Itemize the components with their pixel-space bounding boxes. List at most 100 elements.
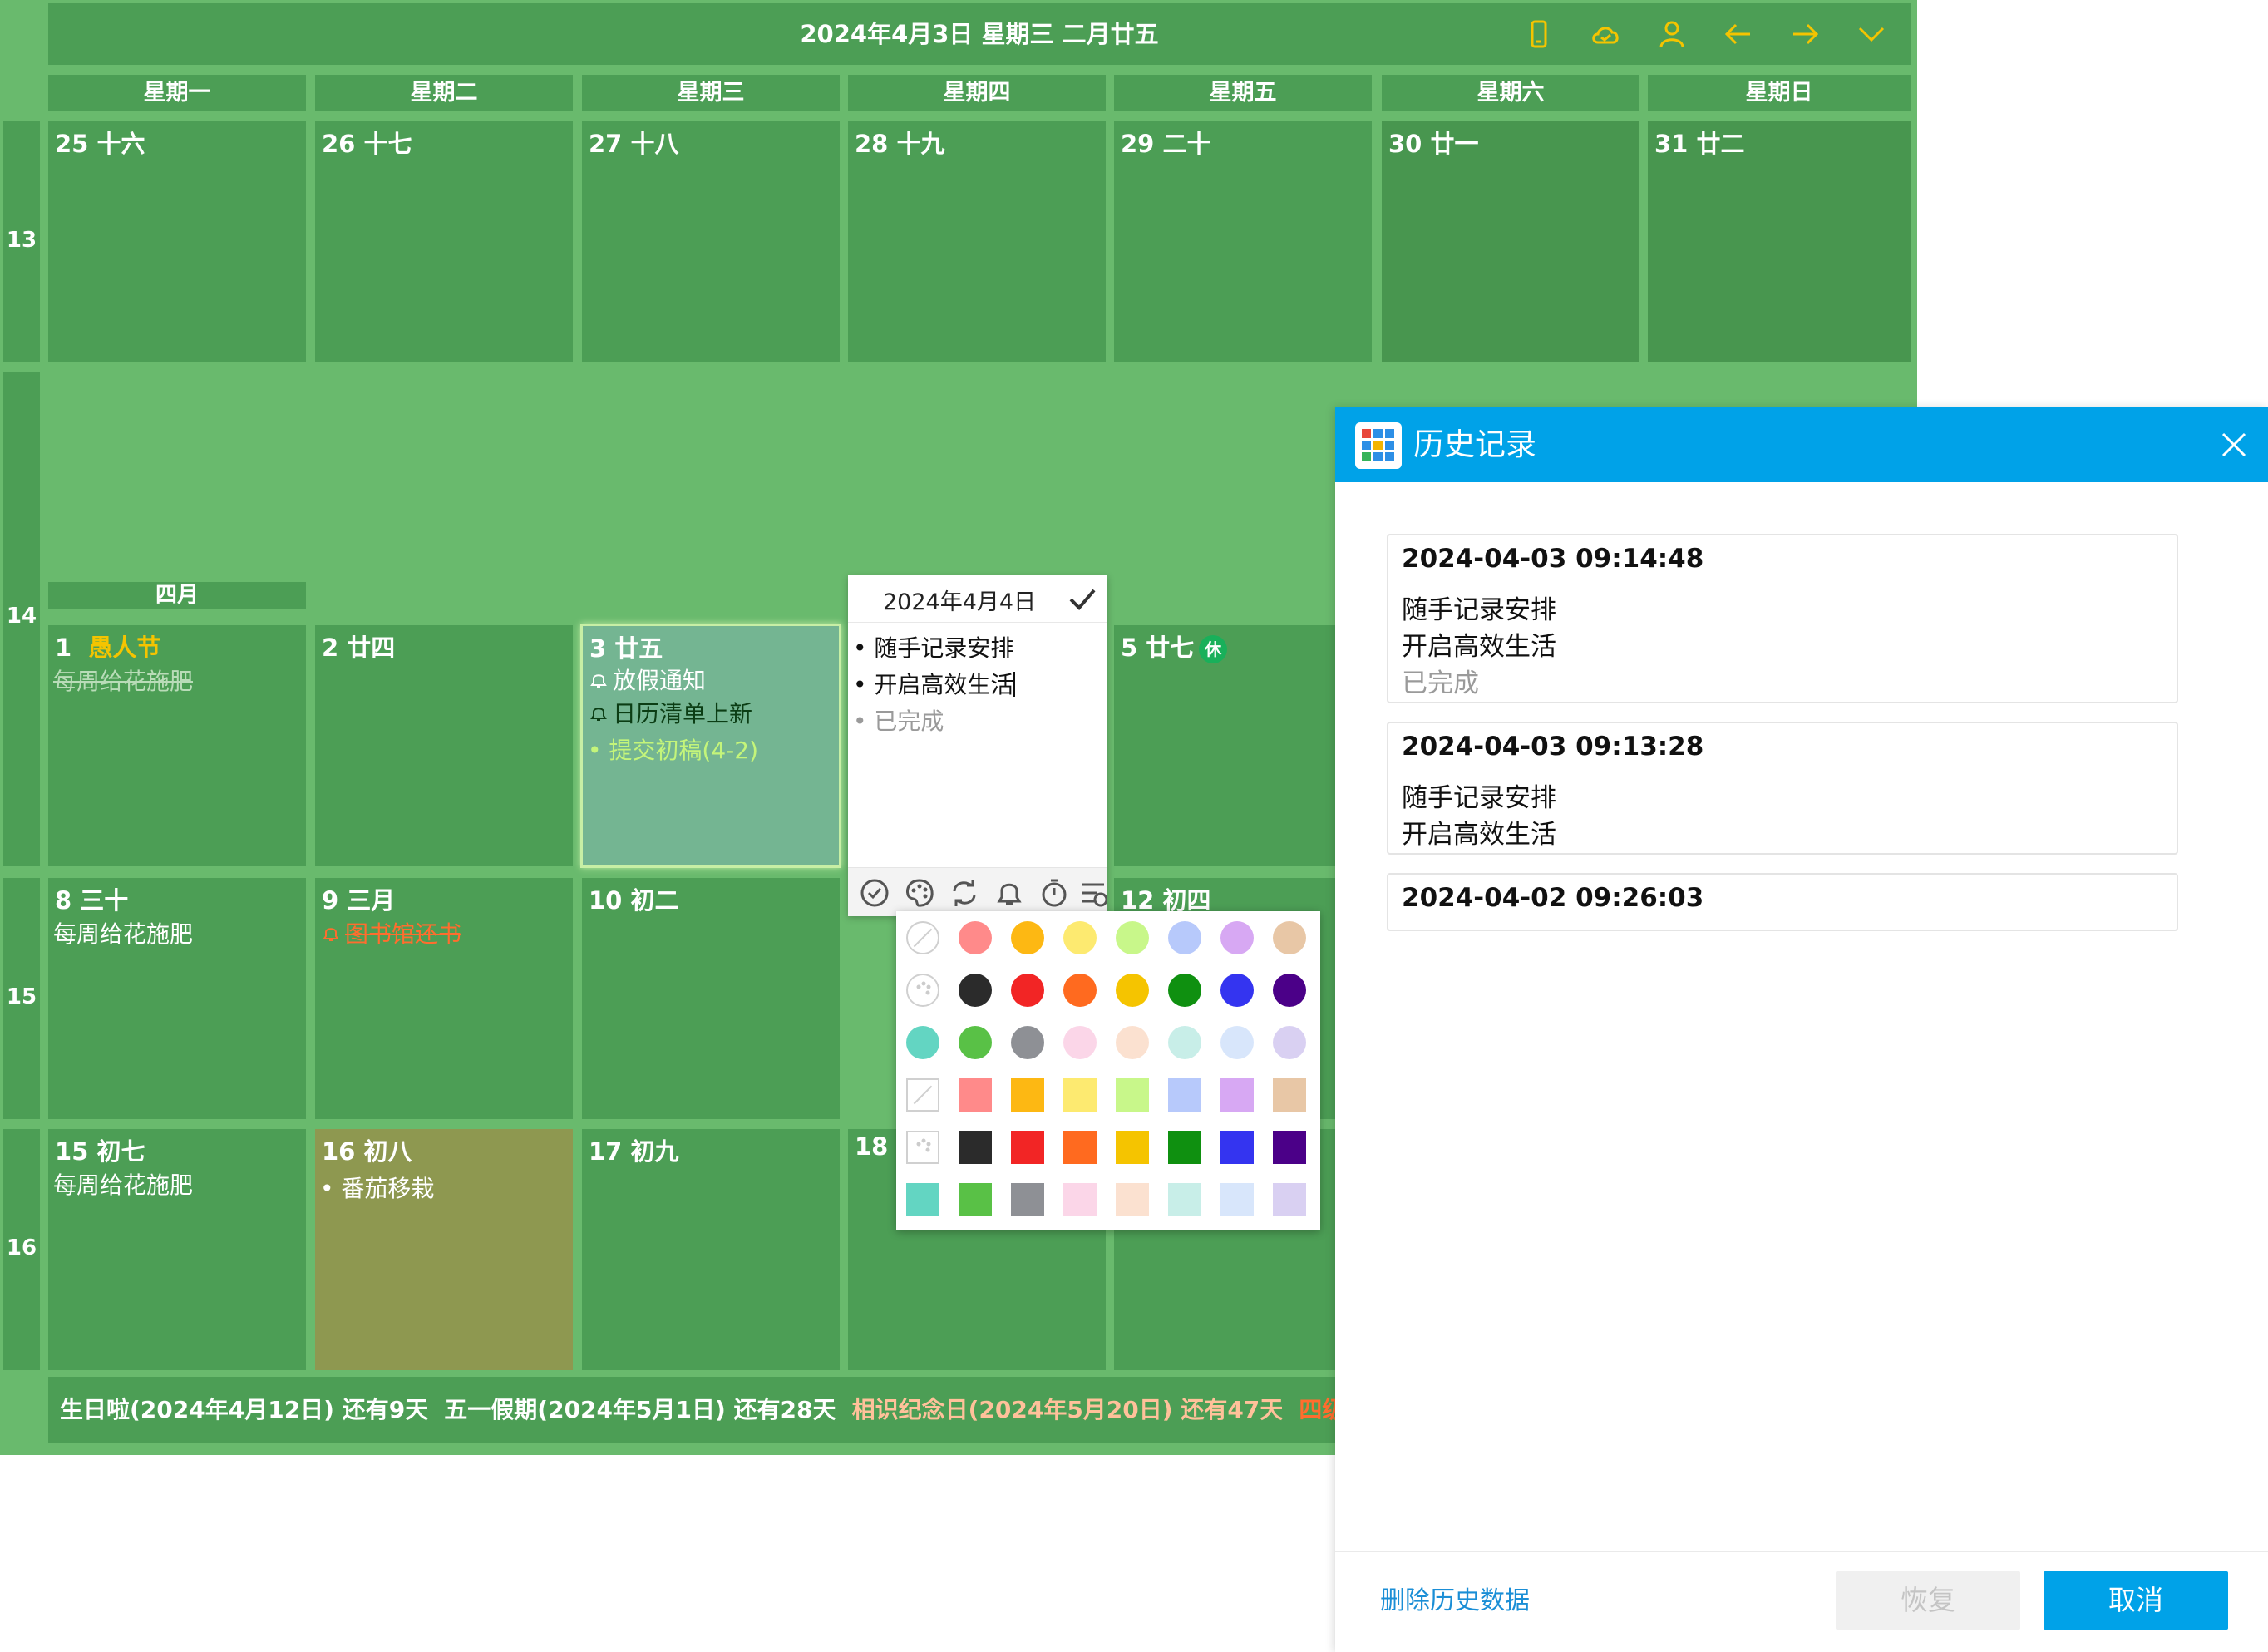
day-cell[interactable]: 25 十六: [48, 121, 306, 362]
history-record[interactable]: 2024-04-03 09:14:48 随手记录安排 开启高效生活 已完成: [1387, 534, 2178, 703]
square-color-swatch[interactable]: [1168, 1183, 1201, 1216]
countdown-item[interactable]: 相识纪念日(2024年5月20日) 还有47天: [852, 1377, 1284, 1443]
circle-color-swatch[interactable]: [1168, 921, 1201, 954]
square-color-swatch[interactable]: [906, 1183, 939, 1216]
cancel-button[interactable]: 取消: [2044, 1571, 2228, 1630]
circle-color-swatch[interactable]: [1168, 974, 1201, 1007]
circle-color-swatch[interactable]: [1116, 1026, 1149, 1059]
circle-color-swatch[interactable]: [1273, 1026, 1306, 1059]
repeat-icon[interactable]: [948, 876, 981, 910]
square-color-swatch[interactable]: [1063, 1131, 1097, 1164]
cloud-sync-icon[interactable]: [1588, 17, 1623, 52]
circle-color-swatch[interactable]: [1063, 974, 1097, 1007]
circle-color-swatch[interactable]: [1220, 1026, 1254, 1059]
day-cell[interactable]: 26 十七: [315, 121, 573, 362]
no-color-swatch[interactable]: [906, 1078, 939, 1112]
circle-color-swatch[interactable]: [1116, 974, 1149, 1007]
countdown-item[interactable]: 五一假期(2024年5月1日) 还有28天: [444, 1377, 836, 1443]
history-record[interactable]: 2024-04-03 09:13:28 随手记录安排 开启高效生活: [1387, 722, 2178, 855]
square-color-swatch[interactable]: [1063, 1183, 1097, 1216]
square-color-swatch[interactable]: [1116, 1183, 1149, 1216]
circle-color-swatch[interactable]: [959, 974, 992, 1007]
day-cell[interactable]: 10 初二: [582, 878, 840, 1119]
arrow-left-icon[interactable]: [1721, 17, 1756, 52]
square-color-swatch[interactable]: [1220, 1131, 1254, 1164]
day-cell[interactable]: 16 初八 • 番茄移栽: [315, 1129, 573, 1370]
circle-color-swatch[interactable]: [906, 1026, 939, 1059]
no-color-swatch[interactable]: [906, 921, 939, 954]
reminder-item[interactable]: 放假通知: [588, 663, 706, 696]
square-color-swatch[interactable]: [1273, 1131, 1306, 1164]
bell-icon[interactable]: [993, 876, 1026, 910]
dialog-header: 历史记录: [1335, 407, 2268, 482]
confirm-check-icon[interactable]: [1066, 582, 1099, 615]
more-icon[interactable]: [1079, 876, 1107, 910]
square-color-swatch[interactable]: [959, 1078, 992, 1112]
event-item[interactable]: • 番茄移栽: [320, 1171, 434, 1204]
chevron-down-icon[interactable]: [1854, 17, 1889, 52]
day-cell[interactable]: 17 初九: [582, 1129, 840, 1370]
event-item[interactable]: 每周给花施肥: [53, 663, 193, 697]
square-color-swatch[interactable]: [1168, 1078, 1201, 1112]
phone-icon[interactable]: [1521, 17, 1556, 52]
circle-color-swatch[interactable]: [1011, 921, 1044, 954]
custom-color-swatch[interactable]: [906, 1131, 939, 1164]
editor-line-done[interactable]: • 已完成: [853, 703, 944, 737]
event-item[interactable]: • 提交初稿(4-2): [588, 732, 758, 766]
event-item[interactable]: 每周给花施肥: [53, 1167, 193, 1201]
square-color-swatch[interactable]: [1116, 1078, 1149, 1112]
palette-icon[interactable]: [903, 876, 936, 910]
timer-icon[interactable]: [1038, 876, 1071, 910]
circle-color-swatch[interactable]: [1011, 974, 1044, 1007]
custom-color-swatch[interactable]: [906, 974, 939, 1007]
close-icon[interactable]: [2216, 427, 2251, 462]
editor-line[interactable]: • 随手记录安排: [853, 630, 1013, 663]
day-cell[interactable]: 15 初七 每周给花施肥: [48, 1129, 306, 1370]
editor-line-active[interactable]: • 开启高效生活: [853, 667, 1016, 700]
square-color-swatch[interactable]: [1220, 1078, 1254, 1112]
day-cell[interactable]: 28 十九: [848, 121, 1106, 362]
square-color-swatch[interactable]: [959, 1183, 992, 1216]
day-cell[interactable]: 1 愚人节 每周给花施肥: [48, 625, 306, 866]
arrow-right-icon[interactable]: [1787, 17, 1822, 52]
reminder-item[interactable]: 图书馆还书: [320, 916, 461, 949]
day-cell-today[interactable]: 3 廿五 放假通知 日历清单上新 • 提交初稿(4-2): [580, 624, 841, 868]
square-color-swatch[interactable]: [1168, 1131, 1201, 1164]
day-cell[interactable]: 9 三月 图书馆还书: [315, 878, 573, 1119]
circle-color-swatch[interactable]: [1220, 974, 1254, 1007]
reminder-item[interactable]: 日历清单上新: [588, 696, 752, 729]
day-cell[interactable]: 8 三十 每周给花施肥: [48, 878, 306, 1119]
circle-color-swatch[interactable]: [1011, 1026, 1044, 1059]
square-color-swatch[interactable]: [1011, 1183, 1044, 1216]
square-color-swatch[interactable]: [1063, 1078, 1097, 1112]
circle-color-swatch[interactable]: [1273, 974, 1306, 1007]
circle-color-swatch[interactable]: [1063, 1026, 1097, 1059]
circle-color-swatch[interactable]: [1116, 921, 1149, 954]
history-record[interactable]: 2024-04-02 09:26:03: [1387, 873, 2178, 931]
square-color-swatch[interactable]: [1273, 1183, 1306, 1216]
restore-button[interactable]: 恢复: [1836, 1571, 2020, 1630]
circle-color-swatch[interactable]: [1063, 921, 1097, 954]
circle-color-swatch[interactable]: [959, 1026, 992, 1059]
user-icon[interactable]: [1654, 17, 1689, 52]
square-color-swatch[interactable]: [1116, 1131, 1149, 1164]
delete-history-link[interactable]: 删除历史数据: [1380, 1580, 1530, 1616]
check-circle-icon[interactable]: [858, 876, 891, 910]
day-cell[interactable]: 29 二十: [1114, 121, 1372, 362]
square-color-swatch[interactable]: [1220, 1183, 1254, 1216]
event-item[interactable]: 每周给花施肥: [53, 916, 193, 949]
square-color-swatch[interactable]: [959, 1131, 992, 1164]
circle-color-swatch[interactable]: [1220, 921, 1254, 954]
day-cell[interactable]: 27 十八: [582, 121, 840, 362]
day-cell[interactable]: 30 廿一: [1382, 121, 1639, 362]
day-cell[interactable]: 2 廿四: [315, 625, 573, 866]
day-cell[interactable]: 31 廿二: [1648, 121, 1911, 362]
circle-color-swatch[interactable]: [1168, 1026, 1201, 1059]
countdown-item[interactable]: 生日啦(2024年4月12日) 还有9天: [60, 1377, 428, 1443]
circle-color-swatch[interactable]: [959, 921, 992, 954]
square-color-swatch[interactable]: [1273, 1078, 1306, 1112]
circle-color-swatch[interactable]: [1273, 921, 1306, 954]
day-cell[interactable]: 5 廿七休: [1114, 625, 1372, 866]
square-color-swatch[interactable]: [1011, 1078, 1044, 1112]
square-color-swatch[interactable]: [1011, 1131, 1044, 1164]
